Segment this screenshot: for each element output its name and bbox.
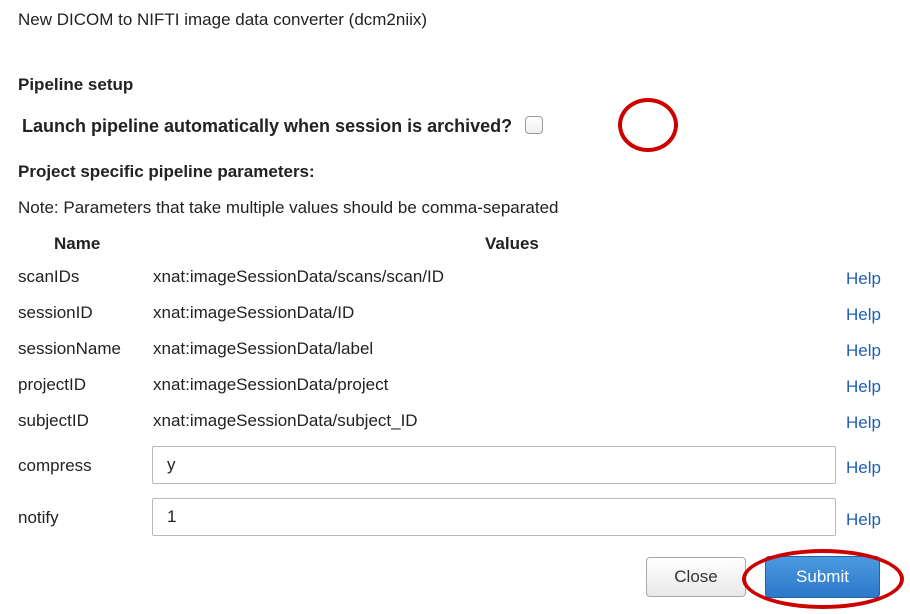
submit-button[interactable]: Submit bbox=[765, 556, 880, 598]
table-row: sessionID xnat:imageSessionData/ID Help bbox=[0, 303, 910, 333]
help-link[interactable]: Help bbox=[846, 305, 881, 325]
help-link[interactable]: Help bbox=[846, 269, 881, 289]
notify-input[interactable] bbox=[152, 498, 836, 536]
table-row: notify Help bbox=[0, 498, 910, 540]
param-name: notify bbox=[18, 508, 59, 527]
checkbox-highlight-ring bbox=[618, 98, 678, 152]
parameters-note: Note: Parameters that take multiple valu… bbox=[18, 198, 559, 217]
pipeline-setup-heading: Pipeline setup bbox=[18, 75, 134, 94]
help-link[interactable]: Help bbox=[846, 377, 881, 397]
name-column-header: Name bbox=[54, 234, 101, 253]
param-value: xnat:imageSessionData/scans/scan/ID bbox=[153, 267, 445, 286]
auto-launch-checkbox-wrap bbox=[520, 114, 554, 138]
param-value: xnat:imageSessionData/label bbox=[153, 339, 374, 358]
values-column-header: Values bbox=[485, 234, 539, 253]
compress-input[interactable] bbox=[152, 446, 836, 484]
table-row: scanIDs xnat:imageSessionData/scans/scan… bbox=[0, 267, 910, 297]
table-row: sessionName xnat:imageSessionData/label … bbox=[0, 339, 910, 369]
help-link[interactable]: Help bbox=[846, 458, 881, 478]
table-row: projectID xnat:imageSessionData/project … bbox=[0, 375, 910, 405]
help-link[interactable]: Help bbox=[846, 341, 881, 361]
dialog-title: New DICOM to NIFTI image data converter … bbox=[18, 10, 428, 29]
param-name: subjectID bbox=[18, 411, 89, 430]
param-value: xnat:imageSessionData/ID bbox=[153, 303, 355, 322]
help-link[interactable]: Help bbox=[846, 413, 881, 433]
auto-launch-label: Launch pipeline automatically when sessi… bbox=[22, 115, 513, 136]
parameters-heading: Project specific pipeline parameters: bbox=[18, 162, 315, 181]
auto-launch-row: Launch pipeline automatically when sessi… bbox=[22, 114, 554, 138]
help-link[interactable]: Help bbox=[846, 510, 881, 530]
table-row: subjectID xnat:imageSessionData/subject_… bbox=[0, 411, 910, 441]
param-name: scanIDs bbox=[18, 267, 80, 286]
param-value: xnat:imageSessionData/project bbox=[153, 375, 389, 394]
param-name: sessionName bbox=[18, 339, 121, 358]
table-row: compress Help bbox=[0, 446, 910, 488]
auto-launch-checkbox[interactable] bbox=[525, 116, 544, 134]
param-name: projectID bbox=[18, 375, 87, 394]
pipeline-dialog: New DICOM to NIFTI image data converter … bbox=[0, 0, 910, 614]
param-name: sessionID bbox=[18, 303, 93, 322]
param-value: xnat:imageSessionData/subject_ID bbox=[153, 411, 418, 430]
param-name: compress bbox=[18, 456, 92, 475]
close-button[interactable]: Close bbox=[646, 557, 746, 597]
